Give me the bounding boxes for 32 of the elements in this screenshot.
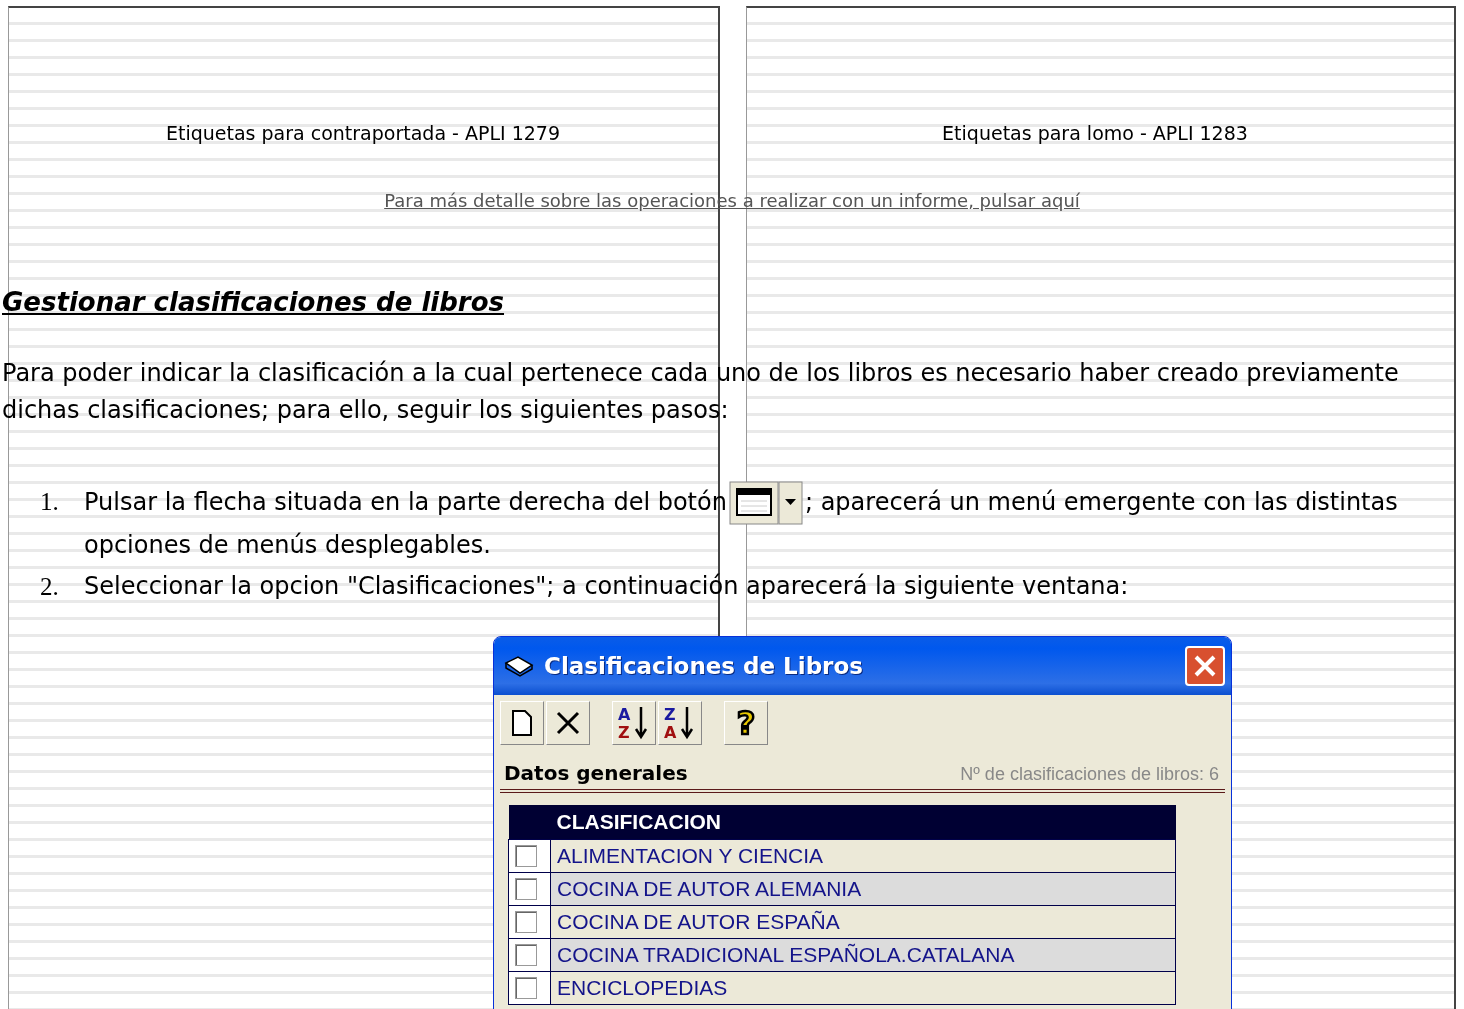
table-cell[interactable]: ENCICLOPEDIAS [550, 971, 1176, 1005]
book-icon [504, 655, 534, 677]
record-count: Nº de clasificaciones de libros: 6 [960, 764, 1219, 785]
image-caption: Etiquetas para contraportada - APLI 1279 [165, 122, 560, 144]
window-dropdown-button-icon [728, 481, 803, 525]
toolbar-button[interactable] [546, 701, 590, 745]
section-heading: Gestionar clasificaciones de libros [2, 287, 504, 317]
close-icon [1193, 654, 1217, 678]
toolbar-button[interactable] [500, 701, 544, 745]
row-checkbox[interactable] [515, 944, 537, 966]
new-document-icon [511, 710, 533, 736]
table-cell[interactable]: COCINA DE AUTOR ESPAÑA [550, 905, 1176, 939]
section-title: Datos generales [504, 761, 688, 785]
row-checkbox[interactable] [515, 845, 537, 867]
step-text: ; aparecerá un menú emergente con las distintas [804, 488, 1398, 516]
row-checkbox[interactable] [515, 977, 537, 999]
table-cell[interactable]: COCINA DE AUTOR ALEMANIA [550, 872, 1176, 906]
table-cell[interactable]: ALIMENTACION Y CIENCIA [550, 839, 1176, 873]
header-cell [508, 805, 551, 840]
table-cell[interactable]: COCINA TRADICIONAL ESPAÑOLA.CATALANA [550, 938, 1176, 972]
delete-icon [555, 710, 581, 736]
list-number: 2. [40, 572, 60, 602]
row-checkbox[interactable] [515, 878, 537, 900]
step-text: opciones de menús desplegables. [84, 531, 491, 559]
close-button[interactable] [1185, 646, 1225, 686]
row-checkbox[interactable] [515, 911, 537, 933]
column-header: CLASIFICACION [550, 805, 1176, 840]
window-title: Clasificaciones de Libros [544, 653, 864, 679]
help-icon: ? [733, 706, 759, 740]
image-caption: Etiquetas para lomo - APLI 1283 [942, 122, 1248, 144]
list-number: 1. [40, 487, 60, 517]
toolbar-button[interactable]: ? [724, 701, 768, 745]
